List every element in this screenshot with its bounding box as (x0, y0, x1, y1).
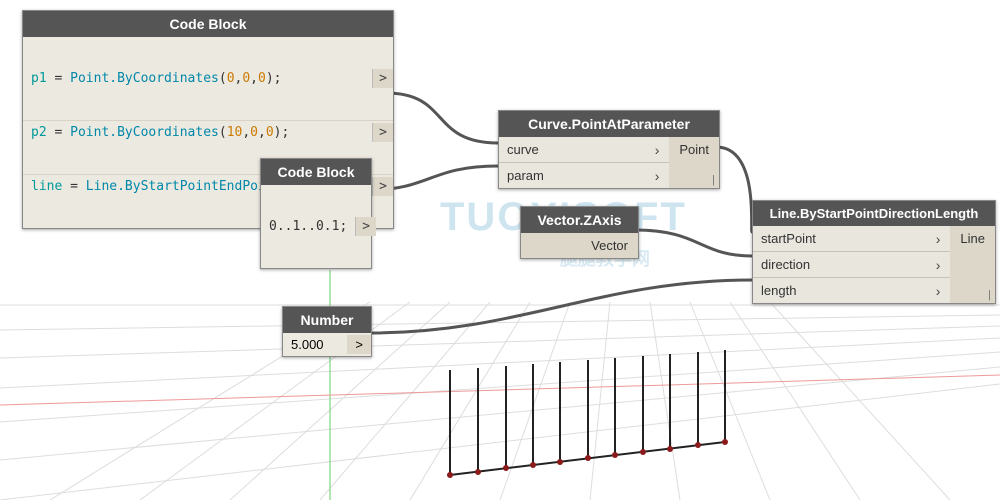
output-port[interactable]: > (355, 217, 376, 236)
node-line-by-start-direction-length[interactable]: Line.ByStartPointDirectionLength startPo… (752, 200, 996, 304)
node-curve-point-at-parameter[interactable]: Curve.PointAtParameter curve› param› Poi… (498, 110, 720, 189)
input-port-curve[interactable]: curve (499, 137, 645, 162)
node-title: Code Block (23, 11, 393, 37)
number-value[interactable]: 5.000 (283, 333, 347, 356)
node-title: Vector.ZAxis (521, 207, 638, 233)
output-port[interactable]: > (372, 123, 393, 142)
node-title: Number (283, 307, 371, 333)
input-port-param[interactable]: param (499, 163, 645, 188)
output-port[interactable]: > (372, 177, 393, 196)
output-port-vector[interactable]: Vector (521, 233, 638, 258)
node-number[interactable]: Number 5.000> (282, 306, 372, 357)
output-port[interactable]: > (347, 335, 371, 354)
output-port-line[interactable]: Line (950, 226, 995, 251)
chevron-right-icon: › (926, 231, 951, 247)
input-port-direction[interactable]: direction (753, 252, 926, 277)
chevron-right-icon: › (926, 283, 951, 299)
node-title: Code Block (261, 159, 371, 185)
output-port-point[interactable]: Point (669, 137, 719, 162)
input-port-length[interactable]: length (753, 278, 926, 303)
code-body[interactable]: 0..1..0.1;> (261, 185, 371, 268)
output-port[interactable]: > (372, 69, 393, 88)
chevron-right-icon: › (645, 168, 670, 184)
chevron-right-icon: › (645, 142, 670, 158)
input-port-startpoint[interactable]: startPoint (753, 226, 926, 251)
chevron-right-icon: › (926, 257, 951, 273)
node-title: Line.ByStartPointDirectionLength (753, 201, 995, 226)
node-vector-zaxis[interactable]: Vector.ZAxis Vector (520, 206, 639, 259)
node-title: Curve.PointAtParameter (499, 111, 719, 137)
node-code-block-2[interactable]: Code Block 0..1..0.1;> (260, 158, 372, 269)
